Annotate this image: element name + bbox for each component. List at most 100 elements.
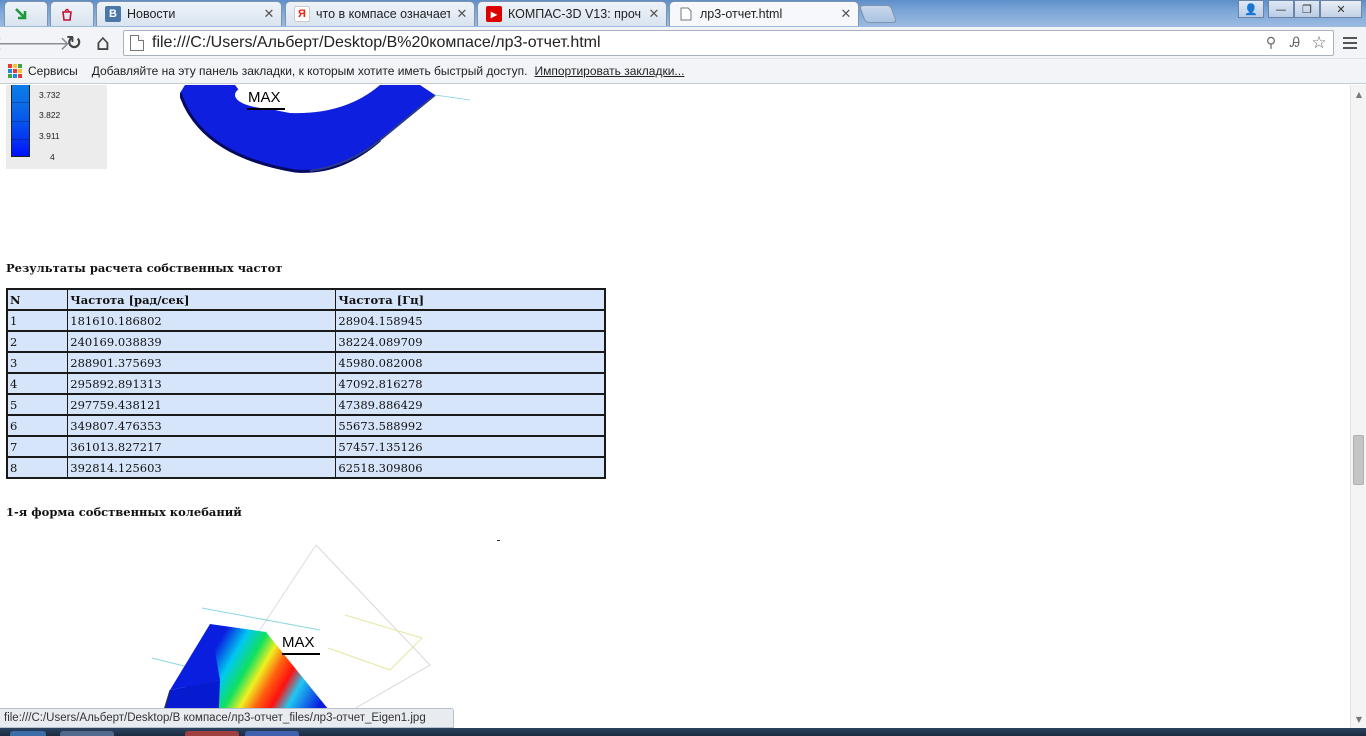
close-window-button[interactable]: ✕ <box>1320 0 1362 18</box>
menu-icon[interactable] <box>1340 32 1360 54</box>
red-bag-icon <box>59 6 75 22</box>
table-cell: 38224.089709 <box>335 330 606 353</box>
table-cell: 28904.158945 <box>335 309 606 332</box>
max-label: MAX <box>248 89 281 106</box>
tab-youtube[interactable]: ▶ КОМПАС-3D V13: прочно ✕ <box>477 1 667 26</box>
table-cell: 2 <box>6 330 69 353</box>
stress-legend: 3.732 3.822 3.911 4 <box>6 85 107 169</box>
close-icon[interactable]: ✕ <box>263 6 275 22</box>
tab-title: Новости <box>127 7 176 21</box>
bookmarks-bar: Сервисы Добавляйте на эту панель закладк… <box>0 59 1366 84</box>
table-cell: 8 <box>6 456 69 479</box>
tab-title: лр3-отчет.html <box>700 7 783 21</box>
table-cell: 288901.375693 <box>67 351 337 374</box>
translate-icon[interactable]: Ꭿ <box>1285 33 1305 53</box>
scroll-down-arrow[interactable]: ▼ <box>1351 712 1366 726</box>
table-row: 5 297759.438121 47389.886429 <box>6 393 606 416</box>
frequency-section-title: Результаты расчета собственных частот <box>6 261 283 275</box>
star-icon[interactable]: ☆ <box>1309 33 1329 53</box>
top-result-image <box>180 85 471 173</box>
status-bubble: file:///C:/Users/Альберт/Desktop/В компа… <box>0 708 454 728</box>
table-cell: 295892.891313 <box>67 372 337 395</box>
new-tab-button[interactable] <box>858 5 898 23</box>
scroll-thumb[interactable] <box>1353 435 1364 485</box>
table-row: 6 349807.476353 55673.588992 <box>6 414 606 437</box>
apps-link[interactable]: Сервисы <box>28 64 78 78</box>
table-row: 2 240169.038839 38224.089709 <box>6 330 606 353</box>
page-icon <box>130 35 144 51</box>
table-cell: 1 <box>6 309 69 332</box>
reload-button[interactable]: ↻ <box>63 32 85 54</box>
max-label: MAX <box>282 634 315 651</box>
table-cell: 45980.082008 <box>335 351 606 374</box>
table-cell: 4 <box>6 372 69 395</box>
table-row: 4 295892.891313 47092.816278 <box>6 372 606 395</box>
youtube-icon: ▶ <box>486 6 502 22</box>
tab-news[interactable]: В Новости ✕ <box>96 1 282 26</box>
tab-pinned-1[interactable] <box>4 1 48 26</box>
table-cell: 7 <box>6 435 69 458</box>
home-button[interactable]: ⌂ <box>92 31 114 56</box>
close-icon[interactable]: ✕ <box>648 6 660 22</box>
forward-button[interactable]: 🡒 <box>20 32 71 55</box>
table-cell: 62518.309806 <box>335 456 606 479</box>
table-cell: 361013.827217 <box>67 435 337 458</box>
taskbar-item[interactable] <box>60 731 114 736</box>
green-arrow-icon <box>13 6 29 22</box>
table-cell: 392814.125603 <box>67 456 337 479</box>
browser-toolbar: 🡐 🡒 ↻ ⌂ file:///C:/Users/Альберт/Desktop… <box>0 27 1366 59</box>
taskbar-item[interactable] <box>185 731 239 736</box>
table-cell: 3 <box>6 351 69 374</box>
column-header: Частота [рад/сек] <box>67 288 337 311</box>
start-button[interactable] <box>10 731 46 736</box>
table-header-row: N Частота [рад/сек] Частота [Гц] <box>6 288 606 311</box>
legend-color-bar <box>11 85 30 157</box>
column-header: Частота [Гц] <box>335 288 606 311</box>
table-cell: 297759.438121 <box>67 393 337 416</box>
vk-icon: В <box>105 6 121 22</box>
close-icon[interactable]: ✕ <box>456 6 468 22</box>
table-cell: 181610.186802 <box>67 309 337 332</box>
table-cell: 47389.886429 <box>335 393 606 416</box>
minimize-button[interactable]: — <box>1268 0 1294 18</box>
yandex-icon: Я <box>294 6 310 22</box>
tab-pinned-2[interactable] <box>50 1 94 26</box>
mode-section-title: 1-я форма собственных колебаний <box>6 505 242 519</box>
apps-icon[interactable] <box>8 64 22 78</box>
column-header: N <box>6 288 69 311</box>
page-icon <box>678 6 694 22</box>
tab-yandex-search[interactable]: Я что в компасе означает к ✕ <box>285 1 475 26</box>
tab-strip: В Новости ✕ Я что в компасе означает к ✕… <box>0 0 1366 27</box>
frequency-table: N Частота [рад/сек] Частота [Гц] 1 181610… <box>6 288 606 479</box>
address-bar[interactable]: file:///C:/Users/Альберт/Desktop/В%20ком… <box>123 30 1334 56</box>
vertical-scrollbar[interactable]: ▲ ▼ <box>1350 85 1366 728</box>
table-cell: 349807.476353 <box>67 414 337 437</box>
url-text[interactable]: file:///C:/Users/Альберт/Desktop/В%20ком… <box>152 34 1261 52</box>
table-cell: 47092.816278 <box>335 372 606 395</box>
table-cell: 57457.135126 <box>335 435 606 458</box>
taskbar-item[interactable] <box>245 731 299 736</box>
page-content: 3.732 3.822 3.911 4 MAX Результаты расче… <box>0 85 1350 728</box>
table-row: 3 288901.375693 45980.082008 <box>6 351 606 374</box>
close-icon[interactable]: ✕ <box>840 6 852 22</box>
scroll-up-arrow[interactable]: ▲ <box>1351 87 1366 101</box>
restore-button[interactable]: ❐ <box>1294 0 1320 18</box>
table-cell: 6 <box>6 414 69 437</box>
table-row: 8 392814.125603 62518.309806 <box>6 456 606 479</box>
table-cell: 240169.038839 <box>67 330 337 353</box>
table-cell: 55673.588992 <box>335 414 606 437</box>
table-row: 7 361013.827217 57457.135126 <box>6 435 606 458</box>
table-row: 1 181610.186802 28904.158945 <box>6 309 606 332</box>
import-bookmarks-link[interactable]: Импортировать закладки... <box>535 64 685 78</box>
user-icon[interactable]: 👤 <box>1238 0 1264 18</box>
legend-value: 3.822 <box>39 110 61 120</box>
tab-report[interactable]: лр3-отчет.html ✕ <box>669 1 859 26</box>
bookmarks-hint: Добавляйте на эту панель закладки, к кот… <box>91 64 528 78</box>
table-cell: 5 <box>6 393 69 416</box>
legend-value: 3.732 <box>39 90 61 100</box>
separator-mark <box>497 540 500 541</box>
zoom-icon[interactable]: ⚲ <box>1261 33 1281 53</box>
max-underline <box>282 653 320 655</box>
legend-value: 3.911 <box>39 131 60 141</box>
tab-title: КОМПАС-3D V13: прочно <box>508 7 642 21</box>
